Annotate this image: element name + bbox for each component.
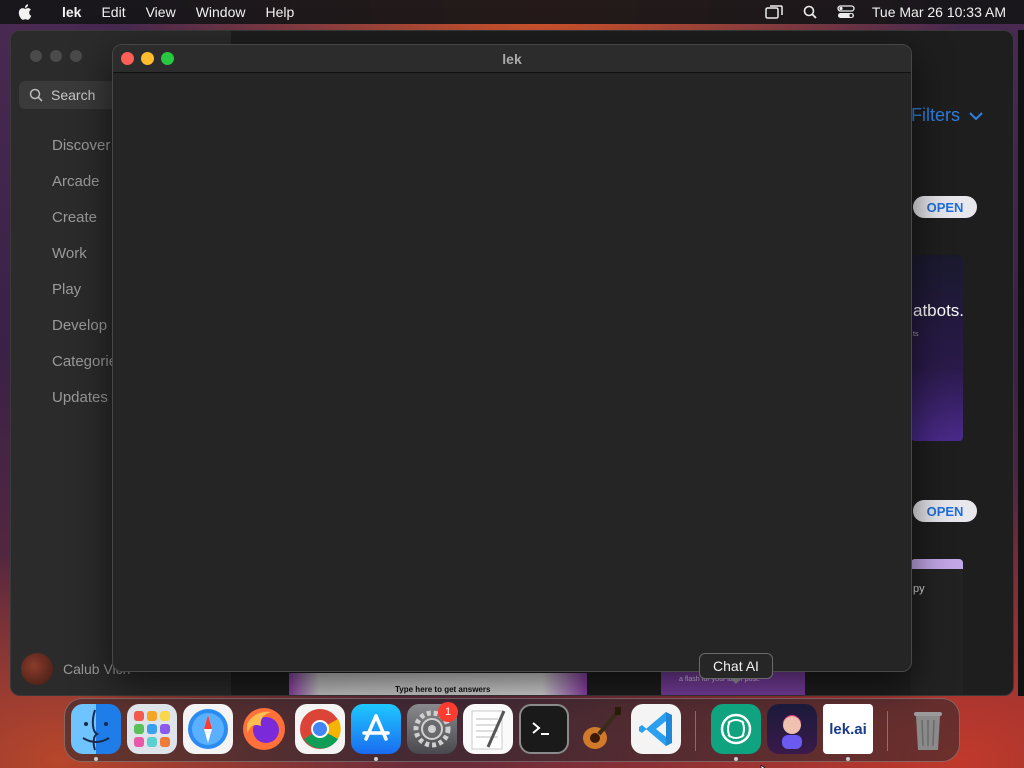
apple-menu-icon[interactable] — [18, 2, 38, 22]
dock-divider — [695, 711, 696, 751]
lek-ai-icon[interactable]: lek.ai — [823, 704, 873, 754]
card-title: atbots. — [913, 301, 963, 320]
app-store-traffic-lights — [30, 50, 82, 62]
spotlight-search-icon[interactable] — [800, 2, 820, 22]
running-indicator — [734, 757, 738, 761]
chat-ai-icon[interactable] — [711, 704, 761, 754]
menu-edit[interactable]: Edit — [91, 0, 135, 24]
running-indicator — [94, 757, 98, 761]
ai-assistant-icon[interactable] — [767, 704, 817, 754]
finder-icon[interactable] — [71, 704, 121, 754]
control-center-icon[interactable] — [836, 2, 856, 22]
dock: lek.ai — [64, 698, 960, 762]
lek-window: lek — [112, 44, 912, 672]
running-indicator — [374, 757, 378, 761]
running-indicator — [846, 757, 850, 761]
screen-mirroring-icon[interactable] — [764, 2, 784, 22]
search-placeholder: Search — [51, 87, 96, 103]
lek-ai-label: lek.ai — [829, 720, 867, 738]
filters-button[interactable]: Filters — [911, 105, 984, 126]
inactive-minimize-button[interactable] — [50, 50, 62, 62]
notification-badge: 1 — [438, 702, 458, 722]
card-title: py — [913, 583, 925, 595]
background-window-edge — [1018, 30, 1024, 696]
inactive-close-button[interactable] — [30, 50, 42, 62]
menu-app-name[interactable]: lek — [48, 0, 91, 24]
menu-view[interactable]: View — [136, 0, 186, 24]
featured-app-card[interactable]: atbots. ts — [911, 255, 963, 441]
launchpad-icon[interactable] — [127, 704, 177, 754]
trash-icon[interactable] — [903, 704, 953, 754]
dock-tooltip: Chat AI — [699, 653, 773, 679]
open-button-2[interactable]: OPEN — [913, 500, 977, 522]
card-subtitle: ts — [913, 331, 919, 338]
search-icon — [29, 88, 43, 102]
app-preview-thumbnail[interactable]: Type here to get answers — [289, 673, 587, 695]
menu-clock[interactable]: Tue Mar 26 10:33 AM — [872, 4, 1006, 20]
window-titlebar[interactable]: lek — [113, 45, 911, 73]
mouse-cursor-icon — [760, 760, 770, 768]
open-button-1[interactable]: OPEN — [913, 196, 977, 218]
filters-label: Filters — [911, 105, 960, 125]
avatar — [21, 653, 53, 685]
inactive-zoom-button[interactable] — [70, 50, 82, 62]
safari-icon[interactable] — [183, 704, 233, 754]
chevron-down-icon — [969, 111, 983, 120]
garageband-icon[interactable] — [575, 704, 625, 754]
window-title: lek — [502, 51, 522, 67]
firefox-icon[interactable] — [239, 704, 289, 754]
preview-text: Type here to get answers — [395, 685, 491, 694]
menu-window[interactable]: Window — [186, 0, 256, 24]
menu-bar: lek Edit View Window Help Tue Mar 26 10:… — [0, 0, 1024, 24]
vscode-icon[interactable] — [631, 704, 681, 754]
app-store-icon[interactable] — [351, 704, 401, 754]
window-content — [113, 73, 911, 671]
chrome-icon[interactable] — [295, 704, 345, 754]
menu-help[interactable]: Help — [255, 0, 304, 24]
app-card[interactable]: py — [911, 559, 963, 695]
terminal-icon[interactable] — [519, 704, 569, 754]
tooltip-arrow — [730, 678, 742, 684]
textedit-icon[interactable] — [463, 704, 513, 754]
dock-divider — [887, 711, 888, 751]
